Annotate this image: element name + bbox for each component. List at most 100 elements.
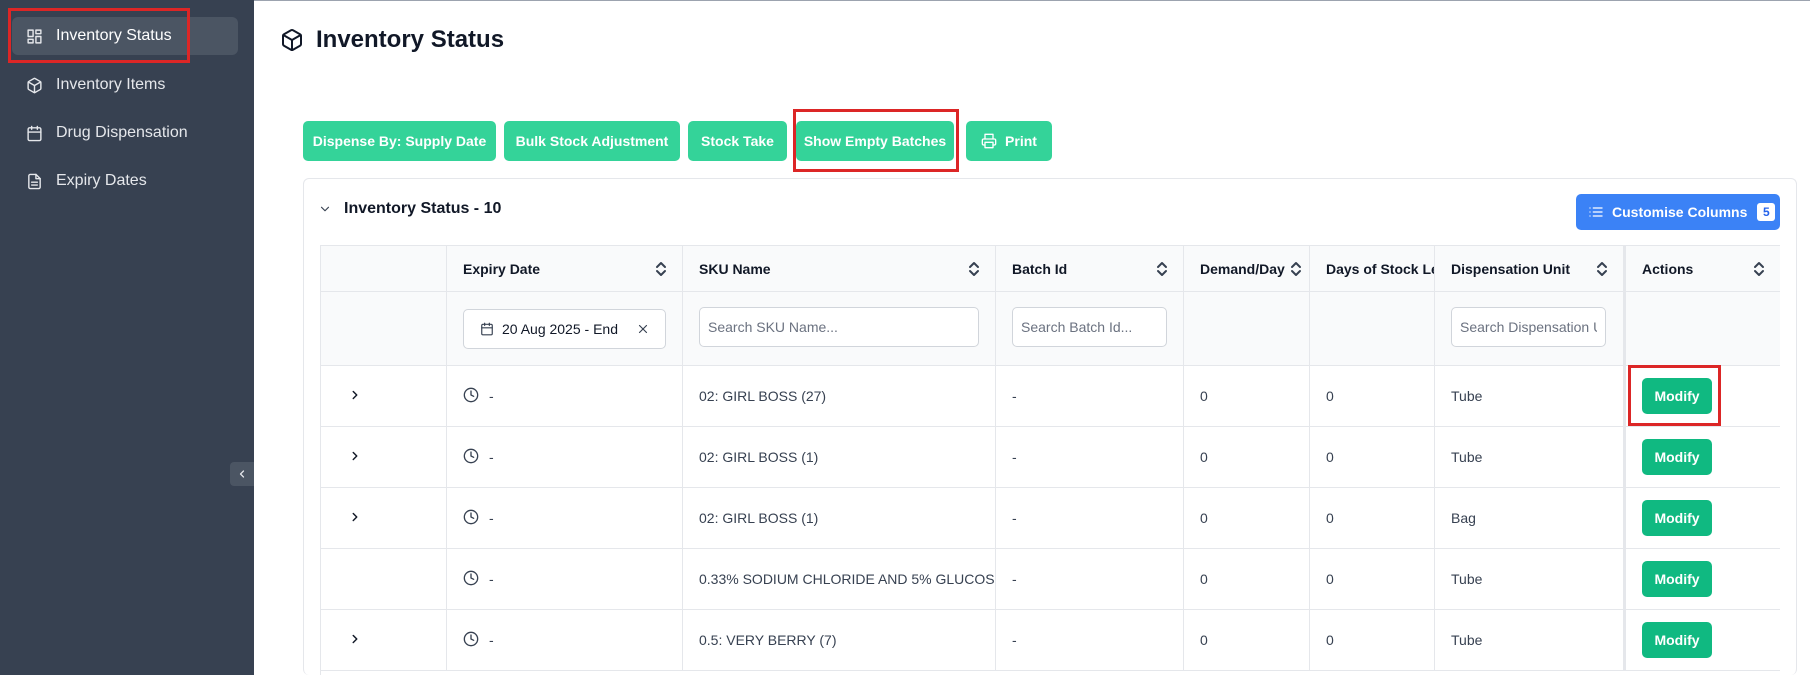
unit-value: Tube — [1451, 571, 1483, 587]
header-sku-name[interactable]: SKU Name — [683, 246, 996, 291]
sort-icon[interactable] — [1289, 261, 1303, 277]
clock-icon — [463, 570, 489, 589]
sidebar-item-inventory-status[interactable]: Inventory Status — [12, 17, 238, 55]
sort-icon[interactable] — [1595, 261, 1609, 277]
printer-icon — [981, 133, 997, 149]
modify-button[interactable]: Modify — [1642, 500, 1712, 536]
sku-search-input[interactable] — [699, 307, 979, 347]
expand-cell[interactable] — [321, 610, 447, 670]
panel-header[interactable]: Inventory Status - 10 — [318, 200, 501, 218]
show-empty-batches-button[interactable]: Show Empty Batches — [796, 121, 954, 161]
print-button[interactable]: Print — [966, 121, 1052, 161]
unit-cell: Tube — [1435, 427, 1624, 487]
days-left-cell: 0 — [1310, 549, 1435, 609]
sidebar-item-label: Expiry Dates — [56, 172, 147, 189]
demand-value: 0 — [1200, 510, 1208, 526]
column-count-badge: 5 — [1757, 203, 1776, 221]
expiry-value: - — [489, 571, 494, 587]
expiry-cell: - — [447, 488, 683, 548]
expand-cell[interactable] — [321, 427, 447, 487]
stock-take-label: Stock Take — [701, 133, 774, 149]
modify-button[interactable]: Modify — [1642, 439, 1712, 475]
batch-search-input[interactable] — [1012, 307, 1167, 347]
sidebar-item-inventory-items[interactable]: Inventory Items — [12, 66, 238, 104]
header-demand-day[interactable]: Demand/Day — [1184, 246, 1310, 291]
sort-icon[interactable] — [654, 261, 668, 277]
unit-cell: Tube — [1435, 549, 1624, 609]
unit-cell: Bag — [1435, 488, 1624, 548]
demand-cell: 0 — [1184, 366, 1310, 426]
filter-cell — [1624, 292, 1780, 365]
unit-search-input[interactable] — [1451, 307, 1606, 347]
header-label: Days of Stock Left — [1326, 260, 1434, 277]
header-expiry-date[interactable]: Expiry Date — [447, 246, 683, 291]
expiry-cell: - — [447, 549, 683, 609]
modify-label: Modify — [1654, 632, 1700, 648]
document-icon — [24, 171, 44, 191]
sku-cell: 02: GIRL BOSS (1) — [683, 488, 996, 548]
chevron-right-icon[interactable] — [348, 510, 362, 527]
table-row: - 0.5: VERY BERRY (7) - 0 0 Tube Modify — [321, 610, 1780, 671]
sort-icon[interactable] — [1155, 261, 1169, 277]
chevron-left-icon — [239, 470, 245, 478]
header-label: Dispensation Unit — [1451, 260, 1571, 277]
header-label: Expiry Date — [463, 260, 541, 277]
header-dispensation-unit[interactable]: Dispensation Unit — [1435, 246, 1624, 291]
filter-cell — [1184, 292, 1310, 365]
batch-cell: - — [996, 366, 1184, 426]
header-days-of-stock-left[interactable]: Days of Stock Left — [1310, 246, 1435, 291]
modify-label: Modify — [1654, 388, 1700, 404]
days-left-value: 0 — [1326, 388, 1334, 404]
expand-cell[interactable] — [321, 488, 447, 548]
stock-take-button[interactable]: Stock Take — [688, 121, 787, 161]
modify-button[interactable]: Modify — [1642, 378, 1712, 414]
header-label: Batch Id — [1012, 260, 1068, 277]
sku-value: 02: GIRL BOSS (27) — [699, 388, 827, 404]
header-label: Demand/Day — [1200, 260, 1285, 277]
customise-columns-label: Customise Columns — [1612, 204, 1748, 220]
chevron-down-icon — [320, 206, 330, 212]
dispense-by-label: Dispense By: Supply Date — [312, 133, 487, 149]
unit-value: Bag — [1451, 510, 1476, 526]
sort-icon[interactable] — [967, 261, 981, 277]
table-filter-row: 20 Aug 2025 - End — [321, 292, 1780, 366]
expiry-value: - — [489, 388, 494, 404]
days-left-value: 0 — [1326, 449, 1334, 465]
sort-icon[interactable] — [1752, 261, 1766, 277]
dispense-by-button[interactable]: Dispense By: Supply Date — [303, 121, 496, 161]
sidebar-item-expiry-dates[interactable]: Expiry Dates — [12, 162, 238, 200]
bulk-adjust-label: Bulk Stock Adjustment — [515, 133, 669, 149]
customise-columns-button[interactable]: Customise Columns 5 — [1576, 194, 1780, 230]
sidebar-item-label: Inventory Status — [56, 27, 172, 44]
expiry-cell: - — [447, 427, 683, 487]
box-icon — [24, 75, 44, 95]
dashboard-icon — [24, 26, 44, 46]
chevron-right-icon[interactable] — [348, 449, 362, 466]
expiry-cell: - — [447, 610, 683, 670]
expiry-date-range-filter[interactable]: 20 Aug 2025 - End — [463, 309, 666, 349]
days-left-value: 0 — [1326, 571, 1334, 587]
modify-button[interactable]: Modify — [1642, 561, 1712, 597]
days-left-value: 0 — [1326, 510, 1334, 526]
chevron-right-icon[interactable] — [348, 388, 362, 405]
batch-cell: - — [996, 427, 1184, 487]
sku-value: 02: GIRL BOSS (1) — [699, 449, 819, 465]
header-batch-id[interactable]: Batch Id — [996, 246, 1184, 291]
clear-icon[interactable] — [636, 322, 650, 336]
panel-title: Inventory Status - 10 — [344, 200, 502, 217]
table-row: - 02: GIRL BOSS (27) - 0 0 Tube Modify — [321, 366, 1780, 427]
batch-value: - — [1012, 571, 1017, 587]
sidebar-item-drug-dispensation[interactable]: Drug Dispensation — [12, 114, 238, 152]
sidebar-collapse-button[interactable] — [230, 462, 254, 486]
unit-value: Tube — [1451, 388, 1483, 404]
actions-cell: Modify — [1624, 549, 1780, 609]
header-actions[interactable]: Actions — [1624, 246, 1780, 291]
expand-cell[interactable] — [321, 366, 447, 426]
table-header-row: Expiry Date SKU Name Batch Id Demand/Day… — [321, 246, 1780, 292]
batch-cell: - — [996, 610, 1184, 670]
sku-cell: 02: GIRL BOSS (27) — [683, 366, 996, 426]
modify-button[interactable]: Modify — [1642, 622, 1712, 658]
bulk-stock-adjustment-button[interactable]: Bulk Stock Adjustment — [504, 121, 680, 161]
days-left-cell: 0 — [1310, 610, 1435, 670]
chevron-right-icon[interactable] — [348, 632, 362, 649]
